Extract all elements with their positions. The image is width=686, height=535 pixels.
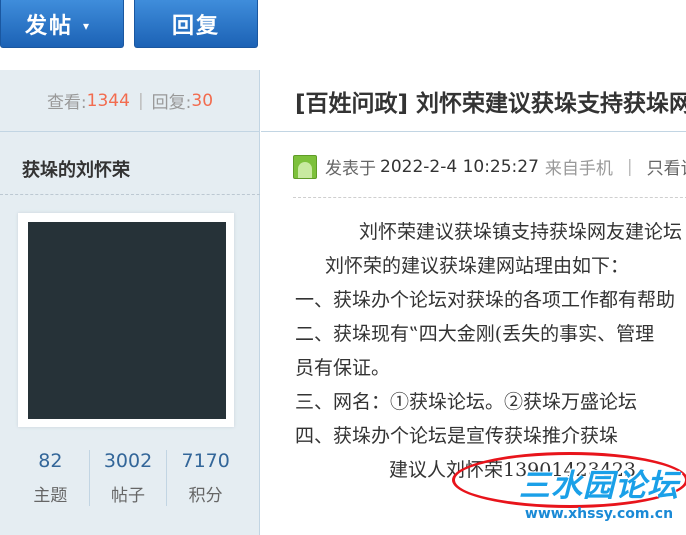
post-body: 刘怀荣建议获垛镇支持获垛网友建论坛 刘怀荣的建议获垛建网站理由如下： 一、获垛办… bbox=[295, 215, 686, 487]
replies-count: 30 bbox=[191, 90, 214, 111]
post-line: 三、网名：①获垛论坛。②获垛万盛论坛 bbox=[295, 391, 638, 413]
reply-button[interactable]: 回复 bbox=[134, 0, 258, 48]
post-line: 刘怀荣建议获垛镇支持获垛网友建论坛 bbox=[359, 221, 683, 243]
post-line: 一、获垛办个论坛对获垛的各项工作都有帮助 bbox=[295, 289, 676, 311]
avatar[interactable] bbox=[28, 222, 226, 419]
views-count: 1344 bbox=[86, 90, 130, 111]
stat-label: 帖子 bbox=[111, 486, 145, 506]
site-watermark: 三水园论坛 www.xhssy.com.cn bbox=[512, 468, 686, 522]
meta-separator: | bbox=[626, 156, 633, 177]
chevron-down-icon: ▾ bbox=[82, 18, 92, 33]
new-post-button[interactable]: 发帖 ▾ bbox=[0, 0, 124, 48]
post-title-row: [百姓问政] 刘怀荣建议获垛支持获垛网友建论坛 bbox=[261, 70, 686, 132]
stat-label: 积分 bbox=[188, 486, 223, 506]
thread-stats: 查看: 1344 | 回复: 30 bbox=[0, 70, 260, 132]
replies-label: 回复: bbox=[151, 93, 192, 113]
post-date: 2022-2-4 10:25:27 bbox=[380, 156, 539, 177]
author-stats: 82 主题 3002 帖子 7170 积分 bbox=[12, 450, 244, 506]
reply-label: 回复 bbox=[171, 13, 220, 39]
post-title[interactable]: [百姓问政] 刘怀荣建议获垛支持获垛网友建论坛 bbox=[295, 84, 686, 118]
stat-points[interactable]: 7170 积分 bbox=[167, 450, 244, 506]
views-label: 查看: bbox=[46, 93, 87, 113]
watermark-brand: 三水园论坛 bbox=[519, 468, 679, 504]
divider bbox=[293, 197, 686, 198]
post-source: 来自手机 bbox=[544, 159, 613, 179]
author-sidebar: 查看: 1344 | 回复: 30 获垛的刘怀荣 82 主题 3002 帖子 7… bbox=[0, 70, 260, 535]
post-line: 刘怀荣的建议获垛建网站理由如下： bbox=[325, 255, 630, 277]
user-avatar-icon bbox=[293, 154, 317, 179]
stat-value: 82 bbox=[38, 450, 63, 472]
post-meta: 发表于 2022-2-4 10:25:27 来自手机 | 只看该作者 bbox=[293, 154, 686, 179]
post-line: 二、获垛现有‟四大金刚(丢失的事实、管理 bbox=[295, 323, 655, 345]
stat-value: 3002 bbox=[103, 450, 153, 472]
action-bar: 发帖 ▾ 回复 bbox=[0, 0, 686, 70]
stat-value: 7170 bbox=[181, 450, 230, 472]
only-author-link[interactable]: 只看该作者 bbox=[647, 154, 686, 179]
post-line: 四、获垛办个论坛是宣传获垛推介获垛 bbox=[295, 425, 619, 447]
avatar-frame[interactable] bbox=[18, 213, 234, 427]
author-name[interactable]: 获垛的刘怀荣 bbox=[22, 156, 130, 182]
stat-posts[interactable]: 3002 帖子 bbox=[90, 450, 168, 506]
new-post-label: 发帖 bbox=[24, 13, 73, 39]
watermark-url: www.xhssy.com.cn bbox=[524, 506, 674, 522]
stat-label: 主题 bbox=[33, 486, 68, 506]
post-line: 员有保证。 bbox=[295, 357, 391, 379]
posted-label: 发表于 bbox=[325, 159, 376, 179]
divider bbox=[0, 194, 260, 195]
stats-separator: | bbox=[137, 90, 144, 111]
stat-topics[interactable]: 82 主题 bbox=[12, 450, 90, 506]
